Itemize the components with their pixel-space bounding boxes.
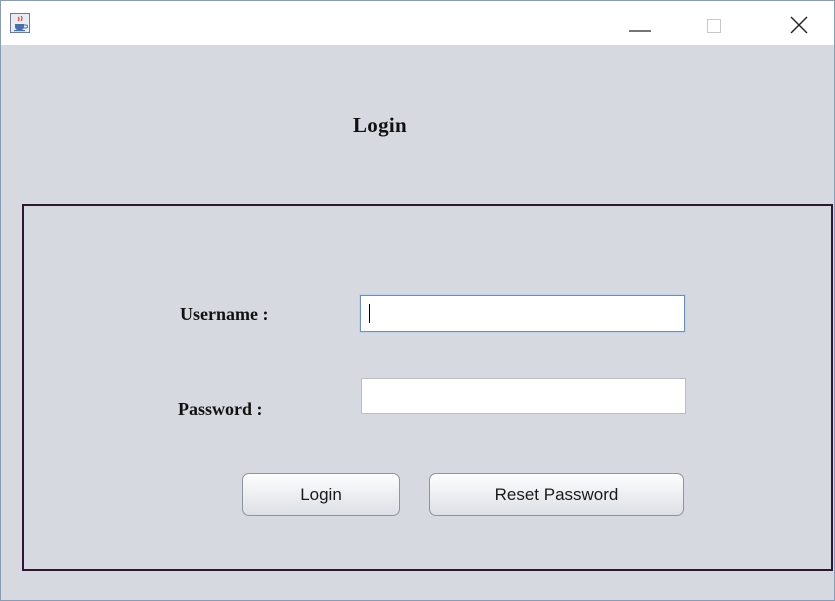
username-label: Username : xyxy=(180,304,269,324)
login-button-label: Login xyxy=(300,484,342,504)
login-button[interactable]: Login xyxy=(242,473,400,516)
java-cup-icon xyxy=(10,13,30,33)
page-title: Login xyxy=(353,113,408,137)
username-input[interactable] xyxy=(360,295,685,332)
login-window: Login Username : Password : Login Reset … xyxy=(0,0,835,601)
reset-password-button[interactable]: Reset Password xyxy=(429,473,684,516)
login-form-panel: Username : Password : Login Reset Passwo… xyxy=(22,204,833,571)
reset-password-button-label: Reset Password xyxy=(494,484,619,504)
text-caret xyxy=(369,304,370,323)
minimize-button[interactable] xyxy=(612,1,670,45)
password-label: Password : xyxy=(178,399,263,419)
close-button[interactable] xyxy=(769,1,827,45)
title-bar[interactable] xyxy=(1,1,834,45)
maximize-button[interactable] xyxy=(683,1,741,45)
password-input[interactable] xyxy=(361,378,686,414)
close-icon xyxy=(790,16,808,34)
minimize-icon xyxy=(629,30,651,32)
maximize-icon xyxy=(707,19,721,33)
